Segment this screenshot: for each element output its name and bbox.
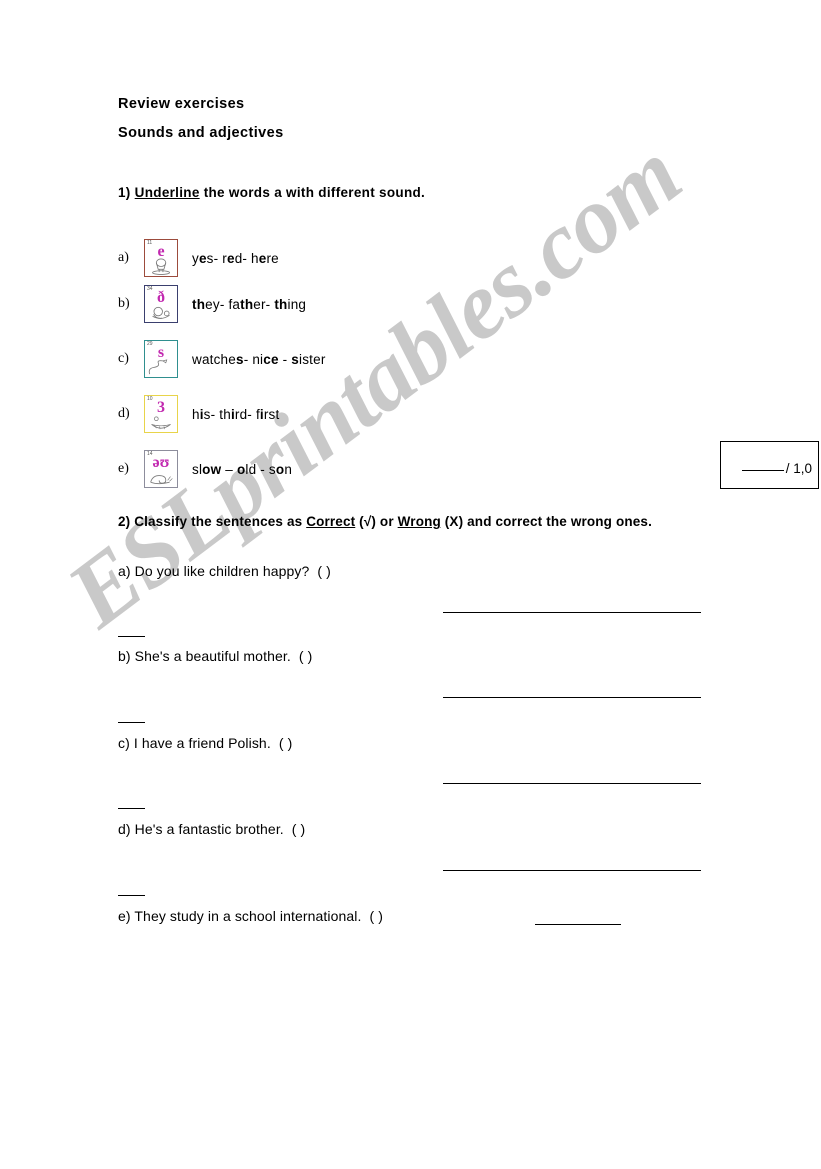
word-list-b: they- father- thing [192, 296, 307, 312]
exercise2-instruction-part2: (√) or [355, 514, 398, 529]
phonetic-card-e[interactable]: 14 əʊ [144, 450, 178, 488]
answer-marker-a[interactable]: ( ) [317, 563, 331, 579]
snake-picture [148, 359, 168, 375]
item-label: e) [118, 461, 129, 476]
exercise1-row-a: a) 11 e yes- red- here [118, 238, 279, 278]
exercise2-word-wrong: Wrong [397, 514, 441, 529]
exercise1-row-b: b) 34 ð they- father- thing [118, 284, 306, 324]
word-list-c: watches- nice - sister [192, 351, 326, 367]
exercise2-item-d: d) He's a fantastic brother. ( ) [118, 821, 305, 837]
sentence-text: I have a friend Polish. [133, 735, 271, 751]
exercise2-instruction: 2) Classify the sentences as Correct (√)… [118, 508, 688, 536]
exercise1-instruction-rest: the words a with different sound. [199, 185, 426, 200]
word-list-a: yes- red- here [192, 250, 279, 266]
item-label: c) [118, 735, 130, 751]
score-blank[interactable] [741, 470, 784, 471]
phonetic-card-c[interactable]: 29 s [144, 340, 178, 378]
short-dash-a[interactable] [118, 636, 145, 637]
exercise1-instruction-underlined: Underline [134, 185, 200, 200]
exercise1-row-c: c) 29 s watches- nice - sister [118, 339, 326, 379]
score-box-content: / 1,0 [721, 461, 812, 476]
exercise1-row-e: e) 14 əʊ slow – old - son [118, 449, 292, 489]
item-label: e) [118, 908, 131, 924]
mother-baby-picture [152, 306, 170, 319]
item-label: a) [118, 250, 129, 265]
item-label: c) [118, 351, 129, 366]
page-title: Review exercises [118, 96, 245, 112]
word-list-e: slow – old - son [192, 461, 293, 477]
item-label: d) [118, 821, 131, 837]
short-dash-d[interactable] [118, 895, 145, 896]
score-total: / 1,0 [785, 461, 812, 476]
sentence-text: He's a fantastic brother. [134, 821, 284, 837]
page-subtitle: Sounds and adjectives [118, 125, 284, 141]
item-label: b) [118, 648, 131, 664]
correction-line-e[interactable] [535, 924, 621, 925]
correction-line-a[interactable] [443, 612, 701, 613]
sentence-text: Do you like children happy? [134, 563, 310, 579]
phonetic-card-d[interactable]: 10 3 [144, 395, 178, 433]
correction-line-b[interactable] [443, 697, 701, 698]
page-title-block: Review exercises Sounds and adjectives [118, 96, 284, 154]
exercise2-item-e: e) They study in a school international.… [118, 908, 383, 924]
item-label: a) [118, 563, 131, 579]
bird-nest-picture [151, 416, 171, 430]
answer-marker-d[interactable]: ( ) [292, 821, 306, 837]
exercise2-item-a: a) Do you like children happy? ( ) [118, 563, 331, 579]
exercise2-word-correct: Correct [306, 514, 356, 529]
correction-line-d[interactable] [443, 870, 701, 871]
phonetic-card-b[interactable]: 34 ð [144, 285, 178, 323]
short-dash-b[interactable] [118, 722, 145, 723]
exercise2-instruction-part3: (X) and correct the wrong ones. [440, 514, 652, 529]
exercise2-instruction-part1: Classify the sentences as [134, 514, 307, 529]
sentence-text: She's a beautiful mother. [134, 648, 291, 664]
answer-marker-b[interactable]: ( ) [299, 648, 313, 664]
score-box[interactable]: / 1,0 [720, 441, 819, 489]
egg-cup-picture [152, 258, 170, 275]
short-dash-c[interactable] [118, 808, 145, 809]
item-label: d) [118, 406, 130, 421]
sentence-text: They study in a school international. [134, 908, 362, 924]
exercise1-number: 1) [118, 185, 131, 200]
item-label: b) [118, 296, 130, 311]
correction-line-c[interactable] [443, 783, 701, 784]
word-list-d: his- third- first [192, 406, 280, 422]
phonetic-card-a[interactable]: 11 e [144, 239, 178, 277]
worksheet-page: ESLprintables.com Review exercises Sound… [0, 0, 821, 1169]
exercise2-item-c: c) I have a friend Polish. ( ) [118, 735, 292, 751]
answer-marker-e[interactable]: ( ) [369, 908, 383, 924]
snail-picture [150, 475, 173, 485]
exercise2-item-b: b) She's a beautiful mother. ( ) [118, 648, 312, 664]
answer-marker-c[interactable]: ( ) [279, 735, 293, 751]
exercise1-row-d: d) 10 3 his- third- first [118, 394, 279, 434]
exercise1-instruction: 1) Underline the words a with different … [118, 185, 425, 200]
exercise2-number: 2) [118, 514, 131, 529]
